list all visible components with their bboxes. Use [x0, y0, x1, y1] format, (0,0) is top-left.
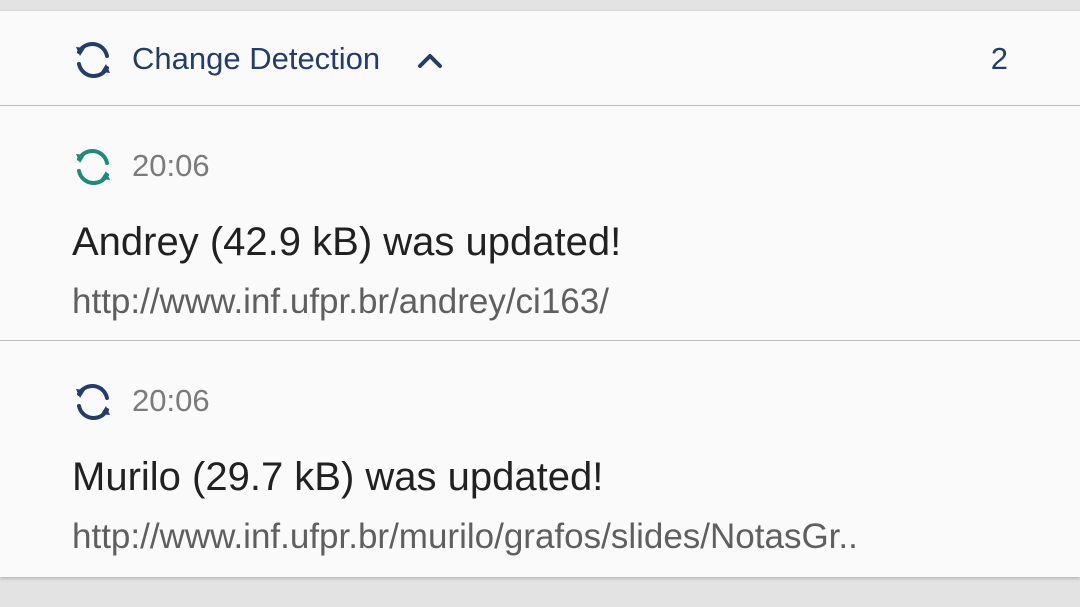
chevron-up-icon[interactable]	[416, 49, 444, 71]
notification-title: Andrey (42.9 kB) was updated!	[72, 220, 622, 264]
notification-group-header[interactable]: Change Detection 2	[0, 11, 1080, 106]
sync-icon	[72, 39, 114, 81]
sync-icon	[72, 381, 114, 423]
notification-item[interactable]: 20:06 Andrey (42.9 kB) was updated! http…	[0, 106, 1080, 341]
sync-icon	[72, 146, 114, 188]
notification-time: 20:06	[132, 148, 210, 183]
notification-item[interactable]: 20:06 Murilo (29.7 kB) was updated! http…	[0, 341, 1080, 577]
notification-group-card[interactable]: Change Detection 2 20:06 Andrey (42.9 kB…	[0, 10, 1080, 577]
notification-title: Murilo (29.7 kB) was updated!	[72, 455, 604, 499]
app-name: Change Detection	[132, 41, 381, 76]
notification-time: 20:06	[132, 383, 210, 418]
notification-count: 2	[990, 41, 1008, 76]
notification-url: http://www.inf.ufpr.br/andrey/ci163/	[72, 282, 609, 321]
notification-url: http://www.inf.ufpr.br/murilo/grafos/sli…	[72, 517, 858, 556]
